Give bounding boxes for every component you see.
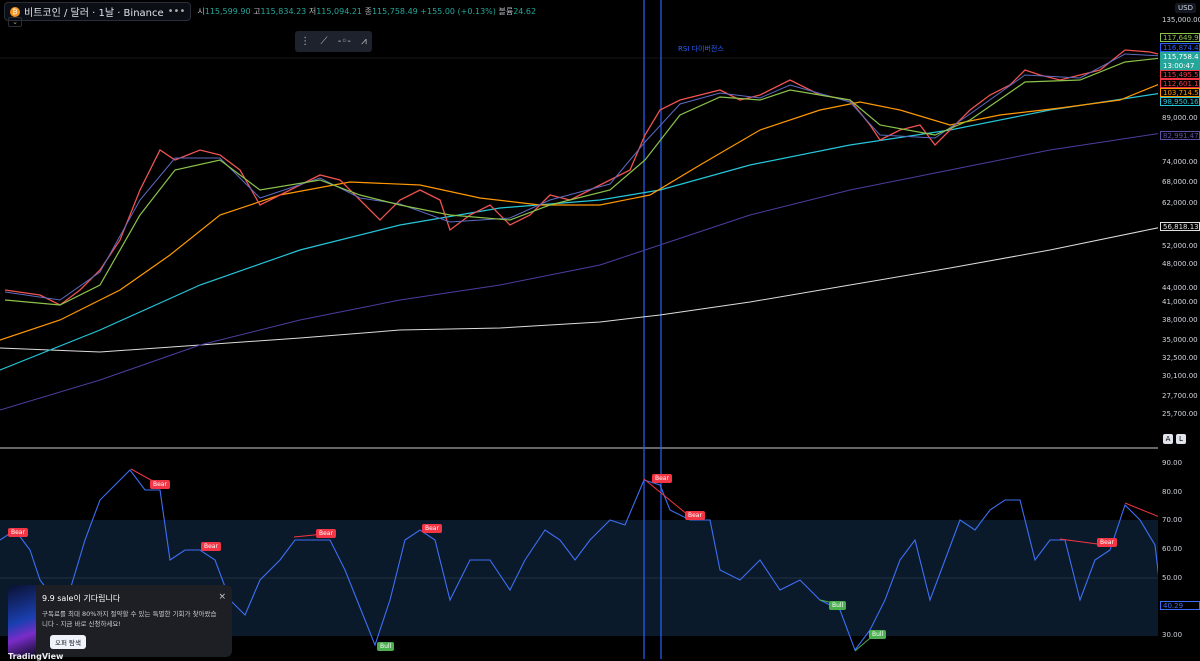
ema-price-label: 116,874.4 [1160, 43, 1200, 52]
promo-image [8, 585, 36, 657]
ma-purple [0, 133, 1158, 411]
ohlc-values: 시115,599.90 고115,834.23 저115,094.21 종115… [197, 7, 537, 16]
ema-green [4, 57, 1158, 306]
symbol-title: 비트코인 / 달러 · 1날 · Binance [24, 8, 164, 19]
tradingview-logo[interactable]: TradingView [8, 652, 63, 661]
ma-price-label: 98,950.16 [1160, 97, 1200, 106]
bear-signal: Bear [652, 474, 672, 483]
price-tick: 44,000.00 [1162, 284, 1198, 292]
ma-teal [0, 93, 1158, 371]
bear-signal: Bear [8, 528, 28, 537]
rsi-tick: 80.00 [1162, 488, 1183, 496]
horizontal-ray-icon[interactable]: -◦- [338, 36, 351, 47]
bull-signal: Bull [377, 642, 395, 651]
bitcoin-icon: ₿ [10, 6, 20, 17]
ema-blue [4, 53, 1158, 301]
price-tick: 35,000.00 [1162, 336, 1198, 344]
last-price-label: 115,758.4 13:00:47 [1160, 52, 1200, 70]
price-axis[interactable]: USD 135,000.00 89,000.00 74,000.00 68,00… [1158, 0, 1200, 659]
symbol-header: ₿ 비트코인 / 달러 · 1날 · Binance ••• 시115,599.… [4, 2, 536, 21]
bull-signal: Bull [829, 601, 847, 610]
rsi-tick: 70.00 [1162, 516, 1183, 524]
rsi-current-label: 40.29 [1160, 601, 1200, 610]
collapse-button[interactable]: ⌄ [8, 17, 22, 27]
rsi-tick: 30.00 [1162, 631, 1183, 639]
popup-title: 9.9 sale이 기다립니다 [42, 594, 121, 603]
auto-scale-button[interactable]: A [1163, 434, 1173, 444]
bear-signal: Bear [150, 480, 170, 489]
price-tick: 62,000.00 [1162, 199, 1198, 207]
price-tick: 74,000.00 [1162, 158, 1198, 166]
bear-signal: Bear [1097, 538, 1117, 547]
bear-signal: Bear [316, 529, 336, 538]
price-tick: 52,000.00 [1162, 242, 1198, 250]
rsi-tick: 50.00 [1162, 574, 1183, 582]
trend-line-icon[interactable]: ⟋ [320, 36, 327, 47]
popup-body: 구독료를 최대 80%까지 절약할 수 있는 특별한 기회가 찾아왔습니다 - … [42, 610, 217, 628]
pattern-icon[interactable]: ⩘ [361, 36, 367, 47]
promo-popup: 9.9 sale이 기다립니다 × 구독료를 최대 80%까지 절약할 수 있는… [8, 585, 232, 657]
drag-handle-icon[interactable]: ⋮ [300, 36, 310, 47]
bull-signal: Bull [869, 630, 887, 639]
log-scale-button[interactable]: L [1176, 434, 1186, 444]
ma-white [0, 227, 1158, 353]
price-label: 115,495.5 [1160, 70, 1200, 79]
ma-price-label: 82,991.47 [1160, 131, 1200, 140]
explore-offer-button[interactable]: 오퍼 탐색 [50, 635, 86, 649]
price-tick: 25,700.00 [1162, 410, 1198, 418]
ma-price-label: 117,649.9 [1160, 33, 1200, 42]
price-tick: 38,000.00 [1162, 316, 1198, 324]
price-tick: 89,000.00 [1162, 114, 1198, 122]
price-tick: 135,000.00 [1162, 16, 1200, 24]
price-tick: 48,000.00 [1162, 260, 1198, 268]
bear-signal: Bear [201, 542, 221, 551]
ma-orange [0, 83, 1158, 341]
currency-label[interactable]: USD [1175, 3, 1196, 13]
rsi-tick: 60.00 [1162, 545, 1183, 553]
price-candles [4, 49, 1158, 306]
chart-canvas[interactable] [0, 0, 1158, 659]
close-icon[interactable]: × [218, 592, 226, 602]
ma-price-label: 103,714.5 [1160, 88, 1200, 97]
price-label: 112,601.1 [1160, 79, 1200, 88]
drawing-toolbar: ⋮ ⟋ -◦- ⩘ [295, 31, 372, 52]
more-icon[interactable]: ••• [168, 6, 186, 17]
price-tick: 30,100.00 [1162, 372, 1198, 380]
bear-signal: Bear [422, 524, 442, 533]
bear-signal: Bear [685, 511, 705, 520]
rsi-tick: 90.00 [1162, 459, 1183, 467]
ma-price-label: 56,818.13 [1160, 222, 1200, 231]
symbol-selector[interactable]: ₿ 비트코인 / 달러 · 1날 · Binance ••• [4, 2, 192, 21]
indicator-label: RSI 다이버전스 [678, 45, 724, 53]
price-tick: 68,000.00 [1162, 178, 1198, 186]
price-tick: 32,500.00 [1162, 354, 1198, 362]
price-tick: 27,700.00 [1162, 392, 1198, 400]
price-tick: 41,000.00 [1162, 298, 1198, 306]
